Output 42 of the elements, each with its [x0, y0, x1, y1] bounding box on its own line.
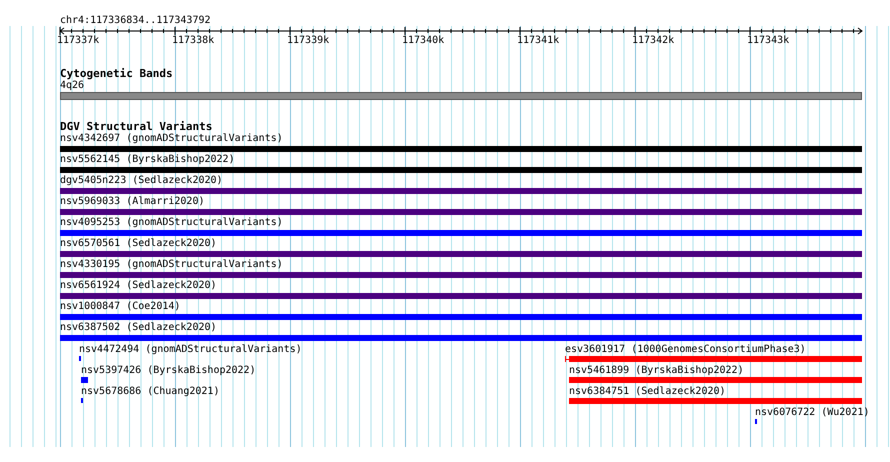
track-title: DGV Structural Variants — [60, 121, 214, 133]
variant-label: nsv6561924 (Sedlazeck2020) — [60, 280, 218, 291]
variant-bar[interactable] — [60, 335, 862, 341]
variant-bar[interactable] — [81, 377, 88, 383]
variant-label: nsv4472494 (gnomADStructuralVariants) — [79, 344, 302, 355]
variant-label: nsv4095253 (gnomADStructuralVariants) — [60, 217, 284, 228]
variant-bar[interactable] — [565, 356, 862, 362]
ruler-label: 117337k — [57, 35, 100, 46]
variant-bar[interactable] — [60, 272, 862, 278]
variant-bar[interactable] — [60, 293, 862, 299]
ruler-label: 117338k — [172, 35, 216, 46]
variant-bar[interactable] — [60, 188, 862, 194]
variant-label: nsv6387502 (Sedlazeck2020) — [60, 322, 218, 333]
variant-label: esv3601917 (1000GenomesConsortiumPhase3) — [565, 344, 806, 355]
ruler-label: 117340k — [402, 35, 446, 46]
variant-bar[interactable] — [60, 167, 862, 173]
ruler-label: 117341k — [517, 35, 560, 46]
variant-label: nsv6570561 (Sedlazeck2020) — [60, 238, 218, 249]
variant-bar[interactable] — [60, 230, 862, 236]
variant-label: nsv1000847 (Coe2014) — [60, 301, 182, 312]
variant-bar[interactable] — [569, 398, 862, 404]
ruler-label: 117342k — [632, 35, 676, 46]
variant-label: dgv5405n223 (Sedlazeck2020) — [60, 175, 224, 186]
variant-label: nsv5397426 (ByrskaBishop2022) — [81, 365, 256, 376]
genomic-position: chr4:117336834..117343792 — [59, 15, 212, 26]
variant-label: nsv5562145 (ByrskaBishop2022) — [60, 154, 236, 165]
variant-label: nsv5461899 (ByrskaBishop2022) — [569, 365, 744, 376]
variant-label: nsv5969033 (Almarri2020) — [60, 196, 206, 207]
ruler-label: 117339k — [287, 35, 330, 46]
variant-label: nsv4342697 (gnomADStructuralVariants) — [60, 133, 284, 144]
variant-label: nsv5678686 (Chuang2021) — [81, 386, 220, 397]
ruler-label: 117343k — [747, 35, 790, 46]
variant-bar[interactable] — [60, 209, 862, 215]
variant-label: nsv6384751 (Sedlazeck2020) — [569, 386, 726, 397]
variant-bar[interactable] — [60, 251, 862, 257]
variant-bar[interactable] — [60, 146, 862, 152]
track-title: Cytogenetic Bands — [60, 68, 174, 80]
variant-bar[interactable] — [60, 314, 862, 320]
variant-bar[interactable] — [569, 377, 862, 383]
variant-label: nsv4330195 (gnomADStructuralVariants) — [60, 259, 284, 270]
variant-label: nsv6076722 (Wu2021) — [755, 407, 870, 418]
band-label: 4q26 — [60, 80, 86, 91]
